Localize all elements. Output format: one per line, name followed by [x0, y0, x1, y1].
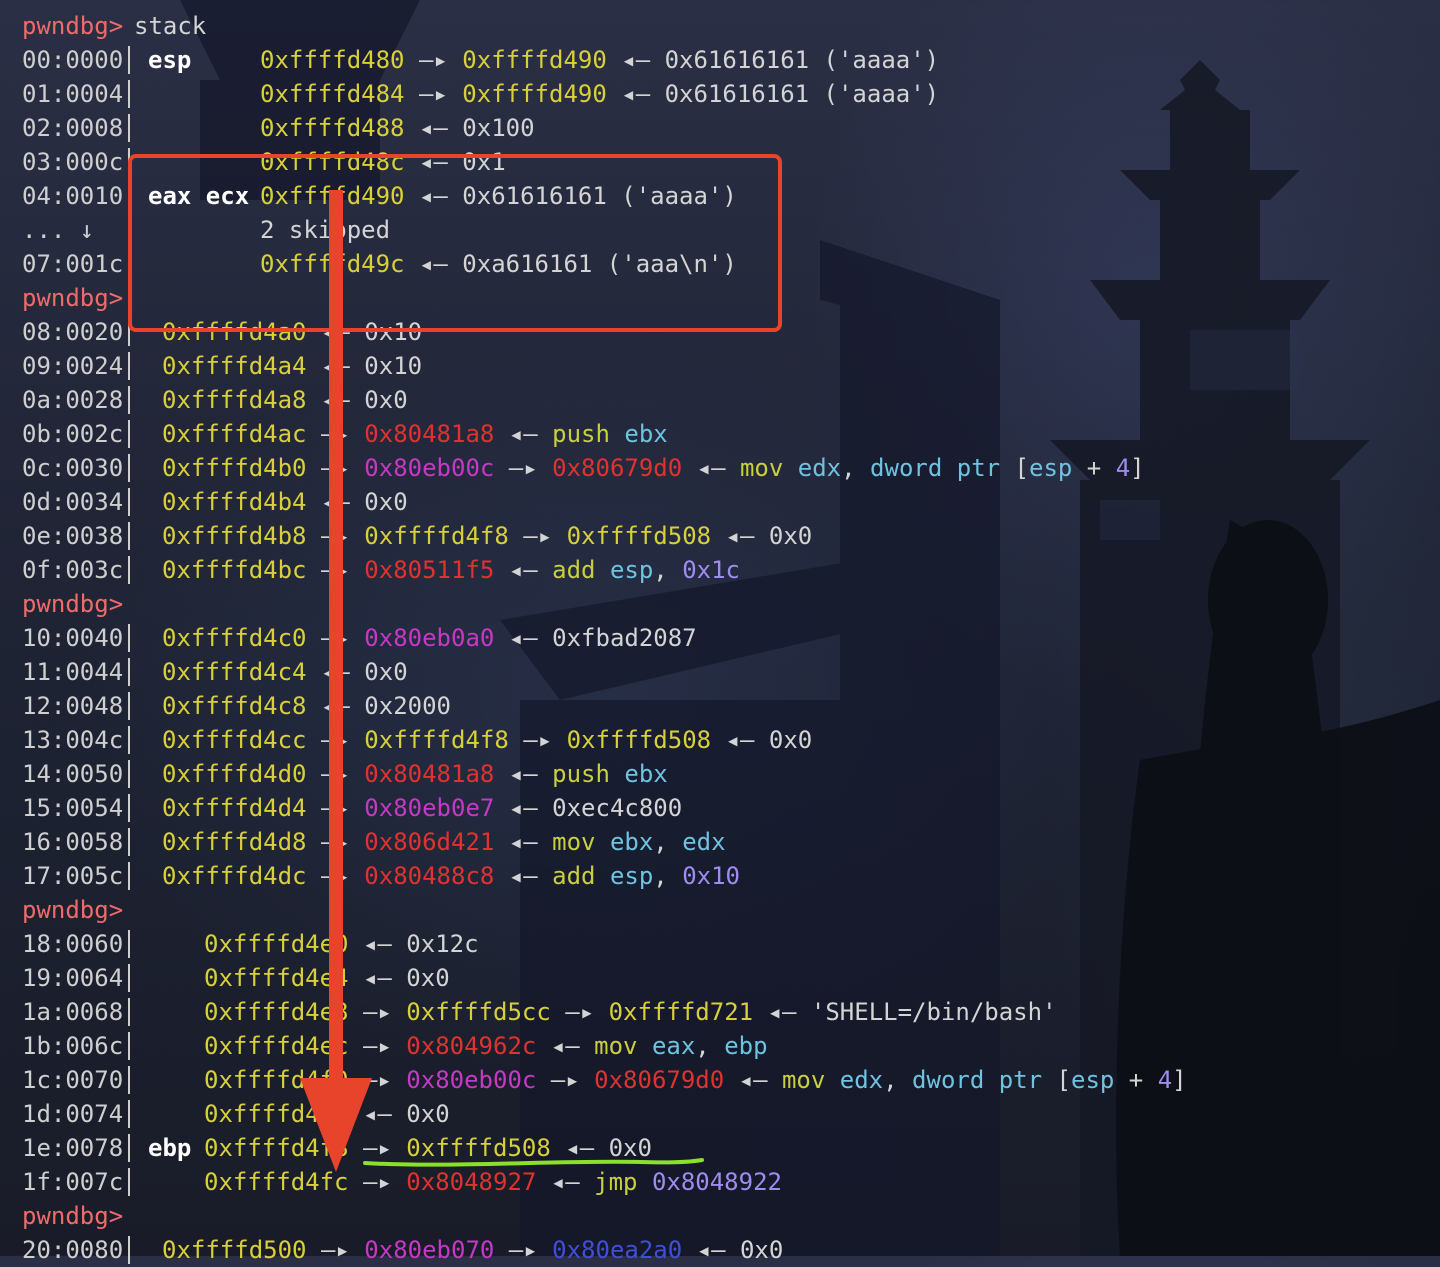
underline-annotation	[363, 1158, 704, 1167]
